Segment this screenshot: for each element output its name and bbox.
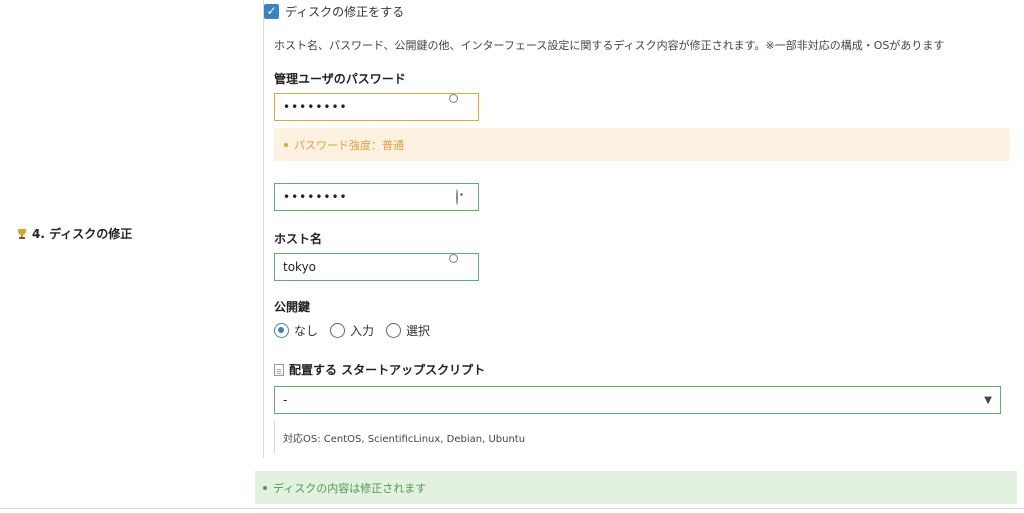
dropdown-arrow-icon[interactable]: ▼ <box>984 395 992 406</box>
disk-edit-checkbox[interactable]: ✓ <box>264 4 279 19</box>
radio-selected[interactable] <box>274 323 289 338</box>
disk-edit-checkbox-label[interactable]: ディスクの修正をする <box>285 3 404 20</box>
public-key-option-label[interactable]: 入力 <box>350 322 374 339</box>
supported-os-note: 対応OS: CentOS, ScientificLinux, Debian, U… <box>274 420 574 454</box>
public-key-option-label[interactable]: なし <box>294 322 318 339</box>
public-key-option-none[interactable]: なし <box>274 322 318 339</box>
startup-script-label: 配置する スタートアップスクリプト <box>274 361 485 378</box>
password-field[interactable]: •••••••• <box>274 93 479 121</box>
startup-script-label-text: 配置する スタートアップスクリプト <box>289 363 486 377</box>
hostname-field[interactable]: tokyo <box>274 253 479 281</box>
bullet-icon <box>284 142 288 147</box>
disk-edit-info-message: ディスクの内容は修正されます <box>255 471 1017 504</box>
public-key-option-input[interactable]: 入力 <box>330 322 374 339</box>
password-strength-text: パスワード強度：普通 <box>294 138 404 152</box>
section-label-column: 4. ディスクの修正 <box>0 0 255 458</box>
radio-unselected[interactable] <box>330 323 346 338</box>
password-value: •••••••• <box>283 100 348 114</box>
password-confirm-field[interactable]: •••••••• <box>274 183 479 211</box>
password-confirm-value: •••••••• <box>283 190 348 204</box>
section-title: 4. ディスクの修正 <box>16 225 132 242</box>
public-key-label: 公開鍵 <box>274 300 311 314</box>
radio-unselected[interactable] <box>386 323 402 338</box>
password-manager-icon[interactable] <box>456 260 470 274</box>
startup-script-selected-value: - <box>283 393 288 407</box>
password-manager-icon[interactable] <box>456 100 470 114</box>
disk-edit-checkbox-row[interactable]: ✓ ディスクの修正をする <box>264 3 404 20</box>
show-password-eye-icon[interactable] <box>456 189 470 205</box>
disk-edit-info-text: ディスクの内容は修正されます <box>273 481 427 495</box>
bottom-divider <box>0 508 1024 509</box>
public-key-radio-group: なし 入力 選択 <box>274 322 442 339</box>
hostname-label: ホスト名 <box>274 232 323 246</box>
hostname-value: tokyo <box>283 260 317 274</box>
disk-edit-description: ホスト名、パスワード、公開鍵の他、インターフェース設定に関するディスク内容が修正… <box>274 39 945 52</box>
trophy-icon <box>16 228 28 240</box>
public-key-option-select[interactable]: 選択 <box>386 322 430 339</box>
public-key-option-label[interactable]: 選択 <box>406 322 430 339</box>
password-label: 管理ユーザのパスワード <box>274 72 406 86</box>
password-strength-indicator: パスワード強度：普通 <box>274 128 1010 161</box>
bullet-icon <box>263 485 267 490</box>
section-title-text: 4. ディスクの修正 <box>32 227 133 241</box>
document-icon <box>274 363 284 376</box>
startup-script-select[interactable]: - ▼ <box>274 386 1001 414</box>
